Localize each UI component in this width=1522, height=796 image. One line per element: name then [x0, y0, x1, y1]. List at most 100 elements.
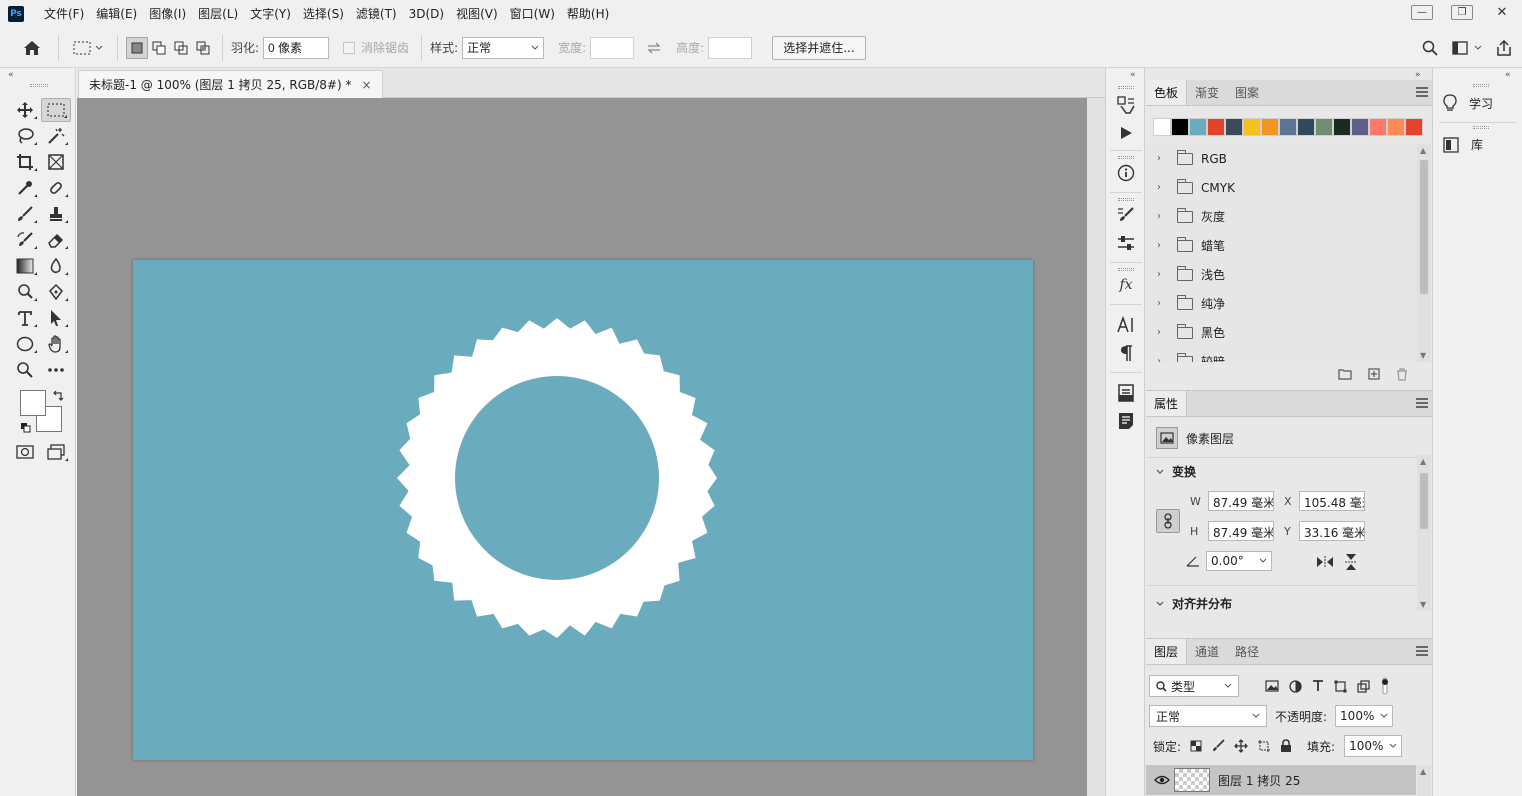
- swatch-group-item[interactable]: › 黑色: [1147, 318, 1417, 347]
- workspace-vertical-scrollbar[interactable]: [1087, 98, 1105, 796]
- edit-toolbar-button[interactable]: [41, 358, 71, 382]
- default-colors-icon[interactable]: [20, 422, 32, 434]
- healing-brush-tool[interactable]: [41, 176, 71, 200]
- swatches-scrollbar[interactable]: ▲ ▼: [1417, 144, 1431, 362]
- height-field[interactable]: 87.49 毫米: [1208, 521, 1274, 541]
- scroll-up-icon[interactable]: ▲: [1420, 146, 1426, 155]
- tool-preset-picker[interactable]: [67, 41, 109, 55]
- color-swatch[interactable]: [1225, 118, 1243, 136]
- tab-gradients[interactable]: 渐变: [1187, 80, 1227, 105]
- tab-patterns[interactable]: 图案: [1227, 80, 1267, 105]
- info-panel-button[interactable]: [1114, 162, 1138, 184]
- notes-panel-button[interactable]: [1114, 410, 1138, 432]
- swatch-group-item[interactable]: › 灰度: [1147, 202, 1417, 231]
- close-button[interactable]: ✕: [1482, 0, 1522, 24]
- type-tool[interactable]: [10, 306, 40, 330]
- clone-stamp-tool[interactable]: [41, 202, 71, 226]
- align-section-header[interactable]: 对齐并分布: [1156, 595, 1232, 612]
- chevron-right-icon[interactable]: ›: [1157, 240, 1167, 251]
- layer-row[interactable]: 图层 1 拷贝 25: [1146, 765, 1416, 795]
- color-swatch[interactable]: [1351, 118, 1369, 136]
- foreground-color-swatch[interactable]: [20, 390, 46, 416]
- chevron-right-icon[interactable]: ›: [1157, 298, 1167, 309]
- lock-position-icon[interactable]: [1234, 739, 1248, 753]
- swatches-scroll-thumb[interactable]: [1420, 160, 1428, 294]
- new-selection-button[interactable]: [126, 36, 148, 59]
- antialias-checkbox[interactable]: [343, 41, 356, 54]
- y-field[interactable]: 33.16 毫米: [1299, 521, 1365, 541]
- feather-input[interactable]: [263, 36, 330, 59]
- history-panel-button[interactable]: [1114, 94, 1138, 116]
- rectangular-marquee-tool[interactable]: [41, 98, 71, 122]
- restore-button[interactable]: ❐: [1442, 0, 1482, 24]
- swatch-group-item[interactable]: › 浅色: [1147, 260, 1417, 289]
- menu-view[interactable]: 视图(V): [450, 0, 504, 28]
- scroll-up-icon[interactable]: ▲: [1420, 457, 1426, 466]
- collapse-toolbar-icon[interactable]: «: [8, 70, 14, 80]
- swatch-group-item[interactable]: › CMYK: [1147, 173, 1417, 202]
- strip-grip[interactable]: [1118, 86, 1134, 89]
- swatch-group-item[interactable]: › 纯净: [1147, 289, 1417, 318]
- select-and-mask-button[interactable]: 选择并遮住...: [772, 35, 866, 60]
- styles-panel-button[interactable]: fx: [1114, 274, 1138, 296]
- minimize-button[interactable]: —: [1402, 0, 1442, 24]
- menu-image[interactable]: 图像(I): [143, 0, 192, 28]
- eraser-tool[interactable]: [41, 228, 71, 252]
- menu-filter[interactable]: 滤镜(T): [350, 0, 403, 28]
- learn-panel-button[interactable]: 学习: [1443, 94, 1493, 112]
- move-tool[interactable]: [10, 98, 40, 122]
- swap-arrows-icon[interactable]: [646, 42, 662, 54]
- color-swatch[interactable]: [1387, 118, 1405, 136]
- color-swatch[interactable]: [1207, 118, 1225, 136]
- lock-transparent-icon[interactable]: [1190, 740, 1202, 752]
- collapse-panels-icon[interactable]: »: [1415, 70, 1421, 80]
- chevron-right-icon[interactable]: ›: [1157, 356, 1167, 362]
- layer-filter-select[interactable]: 类型: [1149, 675, 1239, 697]
- swap-colors-icon[interactable]: [52, 390, 64, 402]
- lock-pixels-icon[interactable]: [1211, 739, 1225, 753]
- filter-adjustment-icon[interactable]: [1289, 679, 1302, 693]
- fill-field[interactable]: 100%: [1344, 735, 1403, 757]
- color-swatch[interactable]: [1297, 118, 1315, 136]
- filter-pixel-icon[interactable]: [1265, 680, 1279, 692]
- dodge-tool[interactable]: [10, 280, 40, 304]
- menu-layer[interactable]: 图层(L): [192, 0, 244, 28]
- chevron-right-icon[interactable]: ›: [1157, 327, 1167, 338]
- document-canvas[interactable]: [133, 260, 1033, 760]
- color-swatch[interactable]: [1243, 118, 1261, 136]
- filter-smart-object-icon[interactable]: [1357, 679, 1370, 693]
- paragraph-panel-button[interactable]: [1114, 342, 1138, 364]
- add-selection-button[interactable]: [148, 37, 170, 59]
- panel-menu-icon[interactable]: [1416, 398, 1428, 408]
- tab-layers[interactable]: 图层: [1146, 639, 1188, 664]
- color-swatch[interactable]: [1279, 118, 1297, 136]
- chevron-right-icon[interactable]: ›: [1157, 182, 1167, 193]
- frame-tool[interactable]: [41, 150, 71, 174]
- lock-all-icon[interactable]: [1280, 739, 1292, 753]
- path-selection-tool[interactable]: [41, 306, 71, 330]
- close-tab-icon[interactable]: ×: [361, 78, 371, 92]
- scroll-down-icon[interactable]: ▼: [1420, 351, 1426, 360]
- adjustments-panel-button[interactable]: [1114, 232, 1138, 254]
- color-swatch[interactable]: [1333, 118, 1351, 136]
- properties-strip-button[interactable]: [1114, 382, 1138, 404]
- home-button[interactable]: [14, 28, 50, 68]
- opacity-field[interactable]: 100%: [1335, 705, 1394, 727]
- zoom-tool[interactable]: [10, 358, 40, 382]
- delete-swatch-icon[interactable]: [1396, 368, 1408, 381]
- quick-mask-button[interactable]: [10, 440, 40, 464]
- flip-horizontal-icon[interactable]: [1316, 555, 1334, 569]
- swatch-group-item[interactable]: › 较暗: [1147, 347, 1417, 362]
- menu-3d[interactable]: 3D(D): [403, 0, 450, 28]
- width-field[interactable]: 87.49 毫米: [1208, 491, 1274, 511]
- tab-swatches[interactable]: 色板: [1146, 80, 1188, 105]
- color-swatch[interactable]: [1189, 118, 1207, 136]
- menu-file[interactable]: 文件(F): [38, 0, 90, 28]
- document-tab[interactable]: 未标题-1 @ 100% (图层 1 拷贝 25, RGB/8#) * ×: [78, 70, 383, 98]
- menu-window[interactable]: 窗口(W): [504, 0, 561, 28]
- width-input[interactable]: [590, 36, 635, 59]
- ellipse-tool[interactable]: [10, 332, 40, 356]
- canvas-workspace[interactable]: [77, 98, 1087, 796]
- panel-menu-icon[interactable]: [1416, 87, 1428, 97]
- color-swatch[interactable]: [1369, 118, 1387, 136]
